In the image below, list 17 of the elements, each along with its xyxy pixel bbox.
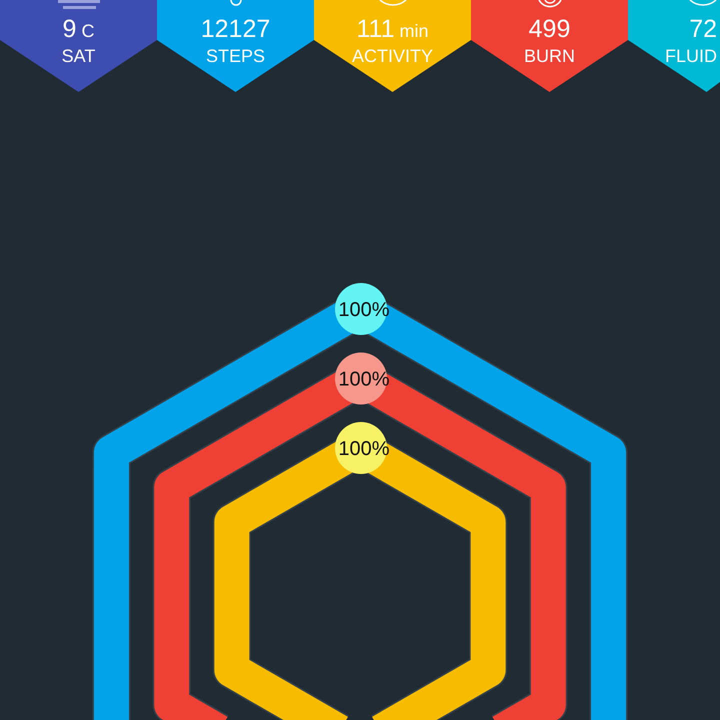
stat-label: BURN [524, 46, 575, 66]
percent-label: 100% [338, 299, 390, 321]
stat-unit: min [400, 20, 429, 43]
percent-label: 100% [338, 368, 390, 390]
double-circle-icon [538, 0, 562, 8]
stat-label: SAT [62, 46, 96, 66]
stat-value: 111 [356, 15, 394, 43]
stat-value: 12127 [200, 15, 270, 43]
stat-label: STEPS [206, 46, 266, 66]
stat-unit: C [81, 20, 94, 43]
stat-value: 499 [528, 15, 570, 43]
stat-value: 9 [62, 15, 76, 43]
stat-label: FLUID [664, 46, 717, 66]
stat-value: 72 [689, 15, 717, 43]
percent-label: 100% [338, 438, 390, 460]
horizontal-lines-icon [58, 0, 100, 9]
stat-label: ACTIVITY [352, 46, 433, 66]
